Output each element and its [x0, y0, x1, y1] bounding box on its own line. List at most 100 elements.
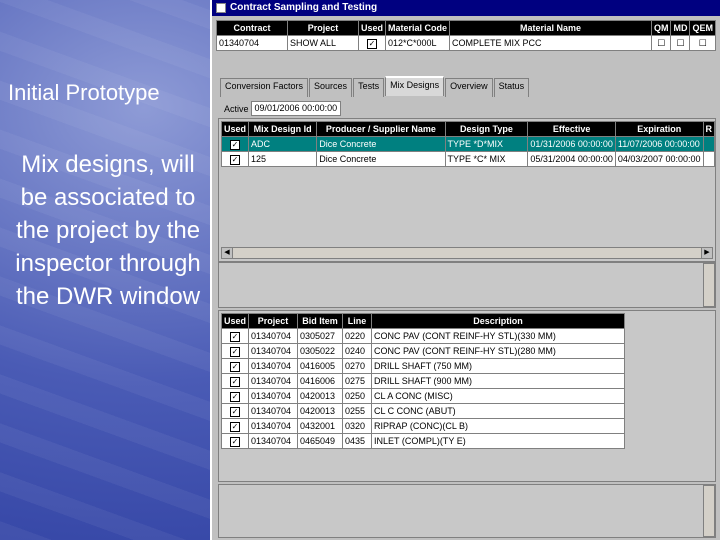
mix-col-type: Design Type [444, 121, 529, 137]
col-material-name: Material Name [449, 20, 652, 36]
table-row[interactable]: ✓ ADC Dice Concrete TYPE *D*MIX 01/31/20… [220, 136, 715, 152]
row-checkbox[interactable]: ✓ [230, 154, 240, 165]
tab-strip: Conversion Factors Sources Tests Mix Des… [220, 76, 530, 97]
tab-tests[interactable]: Tests [353, 78, 385, 97]
mix-col-used: Used [220, 121, 250, 137]
bid-item: 0416005 [297, 358, 344, 374]
active-label: Active [224, 103, 249, 114]
row-checkbox[interactable]: ✓ [230, 406, 240, 417]
line: 0270 [342, 358, 373, 374]
line: 0320 [342, 418, 373, 434]
description: CL C CONC (ABUT) [371, 403, 625, 419]
qm-checkbox[interactable]: ☐ [650, 35, 672, 51]
items-col-line: Line [342, 313, 373, 329]
table-row[interactable]: ✓ 125 Dice Concrete TYPE *C* MIX 05/31/2… [220, 151, 715, 167]
bid-items-table: Used Project Bid Item Line Description ✓… [220, 313, 625, 449]
description: CONC PAV (CONT REINF-HY STL)(330 MM) [371, 328, 625, 344]
design-type: TYPE *C* MIX [444, 151, 529, 167]
col-md: MD [670, 20, 691, 36]
row-checkbox[interactable]: ✓ [230, 436, 240, 447]
bid-item: 0416006 [297, 373, 344, 389]
scroll-right-icon[interactable]: ▶ [701, 247, 713, 259]
bottom-panel [218, 484, 716, 538]
row-checkbox[interactable]: ✓ [230, 391, 240, 402]
qem-checkbox[interactable]: ☐ [689, 35, 716, 51]
table-row[interactable]: ✓ 01340704 0432001 0320 RIPRAP (CONC)(CL B) [220, 418, 625, 434]
bottom-vertical-scrollbar[interactable] [703, 485, 715, 537]
design-type: TYPE *D*MIX [444, 136, 529, 152]
md-checkbox[interactable]: ☐ [670, 35, 691, 51]
description: DRILL SHAFT (900 MM) [371, 373, 625, 389]
row-checkbox[interactable]: ✓ [230, 361, 240, 372]
row-checkbox[interactable]: ✓ [230, 346, 240, 357]
used-checkbox[interactable]: ✓ [367, 38, 377, 49]
col-material-code: Material Code [385, 20, 451, 36]
project: 01340704 [248, 388, 299, 404]
project: 01340704 [248, 433, 299, 449]
line: 0250 [342, 388, 373, 404]
items-col-used: Used [220, 313, 250, 329]
material-name-cell[interactable]: COMPLETE MIX PCC [449, 35, 652, 51]
mix-col-r: R [702, 121, 715, 137]
line: 0240 [342, 343, 373, 359]
bid-item: 0420013 [297, 388, 344, 404]
table-row[interactable]: ✓ 01340704 0305027 0220 CONC PAV (CONT REINF… [220, 328, 625, 344]
project-select[interactable]: SHOW ALL [287, 35, 359, 51]
table-row[interactable]: ✓ 01340704 0305022 0240 CONC PAV (CONT REINF… [220, 343, 625, 359]
mix-col-expiration: Expiration [614, 121, 704, 137]
row-checkbox[interactable]: ✓ [230, 421, 240, 432]
col-used: Used [357, 20, 387, 36]
tab-overview[interactable]: Overview [445, 78, 493, 97]
line: 0255 [342, 403, 373, 419]
contract-sampling-window: Contract Sampling and Testing Contract P… [210, 0, 720, 540]
contract-cell[interactable]: 01340704 [216, 35, 288, 51]
slide-body: Mix designs, will be associated to the p… [15, 151, 201, 310]
expiration: 11/07/2006 00:00:00 [614, 136, 704, 152]
window-titlebar: Contract Sampling and Testing [212, 0, 720, 16]
bid-item: 0465049 [297, 433, 344, 449]
mix-detail-panel [218, 262, 716, 308]
table-row[interactable]: ✓ 01340704 0416006 0275 DRILL SHAFT (900 MM) [220, 373, 625, 389]
description: INLET (COMPL)(TY E) [371, 433, 625, 449]
mix-id: ADC [248, 136, 318, 152]
items-col-description: Description [371, 313, 625, 329]
project: 01340704 [248, 418, 299, 434]
table-row[interactable]: ✓ 01340704 0420013 0250 CL A CONC (MISC) [220, 388, 625, 404]
tab-sources[interactable]: Sources [309, 78, 353, 97]
scroll-left-icon[interactable]: ◀ [221, 247, 233, 259]
expiration: 04/03/2007 00:00:00 [614, 151, 704, 167]
material-code-cell[interactable]: 012*C*000L [385, 35, 451, 51]
mix-col-producer: Producer / Supplier Name [316, 121, 446, 137]
project: 01340704 [248, 358, 299, 374]
tab-conversion-factors[interactable]: Conversion Factors [220, 78, 309, 97]
tab-mix-designs[interactable]: Mix Designs [385, 76, 445, 96]
mix-col-effective: Effective [527, 121, 616, 137]
mix-design-panel: Used Mix Design Id Producer / Supplier N… [218, 118, 716, 262]
table-row[interactable]: ✓ 01340704 0416005 0270 DRILL SHAFT (750 MM) [220, 358, 625, 374]
items-col-bid-item: Bid Item [297, 313, 344, 329]
project: 01340704 [248, 343, 299, 359]
row-checkbox[interactable]: ✓ [230, 376, 240, 387]
line: 0275 [342, 373, 373, 389]
tab-status[interactable]: Status [493, 78, 530, 97]
bid-item: 0420013 [297, 403, 344, 419]
mix-design-table: Used Mix Design Id Producer / Supplier N… [220, 121, 715, 167]
contract-header-grid: Contract Project Used Material Code Mate… [216, 20, 716, 51]
mix-col-id: Mix Design Id [248, 121, 318, 137]
detail-vertical-scrollbar[interactable] [703, 263, 715, 307]
row-checkbox[interactable]: ✓ [230, 139, 240, 150]
active-filter: Active 09/01/2006 00:00:00 [224, 101, 342, 116]
description: CL A CONC (MISC) [371, 388, 625, 404]
line: 0435 [342, 433, 373, 449]
table-row[interactable]: ✓ 01340704 0420013 0255 CL C CONC (ABUT) [220, 403, 625, 419]
row-checkbox[interactable]: ✓ [230, 331, 240, 342]
effective: 01/31/2006 00:00:00 [527, 136, 616, 152]
description: CONC PAV (CONT REINF-HY STL)(280 MM) [371, 343, 625, 359]
window-icon [216, 3, 226, 13]
bid-item: 0305027 [297, 328, 344, 344]
description: DRILL SHAFT (750 MM) [371, 358, 625, 374]
bid-items-panel: Used Project Bid Item Line Description ✓… [218, 310, 716, 482]
active-date-input[interactable]: 09/01/2006 00:00:00 [250, 101, 342, 116]
table-row[interactable]: ✓ 01340704 0465049 0435 INLET (COMPL)(TY E) [220, 433, 625, 449]
mix-horizontal-scrollbar[interactable]: ◀ ▶ [221, 247, 713, 259]
